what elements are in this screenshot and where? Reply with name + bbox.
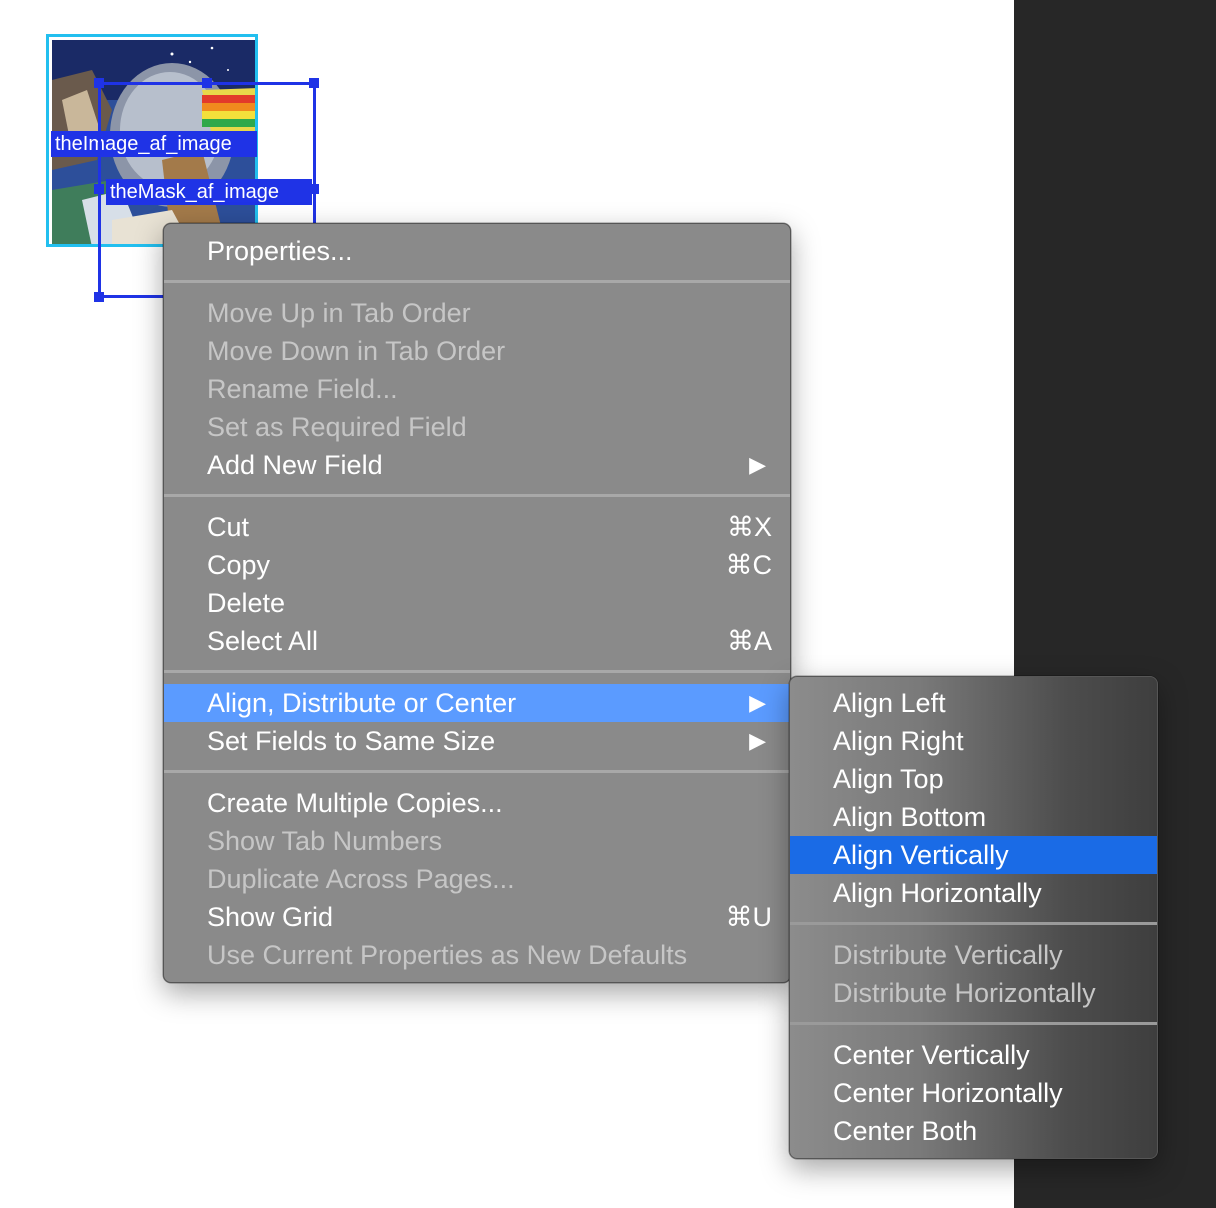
resize-handle-bottom-left[interactable]	[94, 292, 104, 302]
menu-item-rename-field: Rename Field...	[164, 370, 790, 408]
menu-item-label: Align Top	[833, 764, 944, 794]
menu-item-label: Center Vertically	[833, 1040, 1030, 1070]
submenu-arrow-icon: ▶	[749, 452, 766, 477]
menu-item-use-current-properties: Use Current Properties as New Defaults	[164, 936, 790, 974]
submenu-item-align-right[interactable]: Align Right	[790, 722, 1157, 760]
menu-item-move-down-tab-order: Move Down in Tab Order	[164, 332, 790, 370]
menu-item-label: Rename Field...	[207, 374, 398, 404]
menu-item-label: Select All	[207, 626, 319, 656]
menu-item-create-multiple-copies[interactable]: Create Multiple Copies...	[164, 784, 790, 822]
menu-item-properties[interactable]: Properties...	[164, 232, 790, 270]
menu-item-align-distribute-center[interactable]: Align, Distribute or Center ▶	[164, 684, 790, 722]
menu-item-label: Delete	[207, 588, 286, 618]
mask-field-label: theMask_af_image	[106, 179, 312, 205]
shortcut-show-grid: ⌘U	[725, 902, 773, 932]
submenu-item-align-top[interactable]: Align Top	[790, 760, 1157, 798]
menu-separator	[790, 1022, 1157, 1025]
menu-item-label: Distribute Horizontally	[833, 978, 1096, 1008]
submenu-item-center-both[interactable]: Center Both	[790, 1112, 1157, 1150]
menu-item-label: Move Down in Tab Order	[207, 336, 506, 366]
menu-item-label: Center Both	[833, 1116, 978, 1146]
menu-separator	[164, 770, 790, 773]
submenu-item-align-left[interactable]: Align Left	[790, 684, 1157, 722]
menu-item-set-required: Set as Required Field	[164, 408, 790, 446]
submenu-arrow-icon: ▶	[749, 728, 766, 753]
menu-item-label: Set Fields to Same Size	[207, 726, 496, 756]
menu-item-label: Set as Required Field	[207, 412, 467, 442]
menu-item-label: Show Grid	[207, 902, 334, 932]
shortcut-select-all: ⌘A	[726, 626, 772, 656]
menu-item-label: Properties...	[207, 236, 353, 266]
menu-item-label: Align Right	[833, 726, 964, 756]
menu-item-cut[interactable]: Cut ⌘X	[164, 508, 790, 546]
resize-handle-top-left[interactable]	[94, 78, 104, 88]
menu-item-delete[interactable]: Delete	[164, 584, 790, 622]
submenu-item-center-horizontally[interactable]: Center Horizontally	[790, 1074, 1157, 1112]
context-menu: Properties... Move Up in Tab Order Move …	[163, 223, 791, 983]
menu-item-label: Align, Distribute or Center	[207, 688, 517, 718]
menu-item-label: Copy	[207, 550, 271, 580]
menu-item-label: Align Bottom	[833, 802, 987, 832]
align-submenu: Align Left Align Right Align Top Align B…	[789, 676, 1158, 1159]
submenu-item-align-horizontally[interactable]: Align Horizontally	[790, 874, 1157, 912]
menu-item-label: Create Multiple Copies...	[207, 788, 503, 818]
menu-item-add-new-field[interactable]: Add New Field ▶	[164, 446, 790, 484]
menu-separator	[164, 494, 790, 497]
menu-separator	[164, 280, 790, 283]
menu-separator	[790, 922, 1157, 925]
menu-item-move-up-tab-order: Move Up in Tab Order	[164, 294, 790, 332]
menu-item-label: Cut	[207, 512, 250, 542]
submenu-item-distribute-vertically: Distribute Vertically	[790, 936, 1157, 974]
menu-item-label: Center Horizontally	[833, 1078, 1063, 1108]
menu-item-label: Distribute Vertically	[833, 940, 1063, 970]
shortcut-copy: ⌘C	[725, 550, 773, 580]
menu-item-copy[interactable]: Copy ⌘C	[164, 546, 790, 584]
menu-separator	[164, 670, 790, 673]
menu-item-label: Add New Field	[207, 450, 383, 480]
submenu-arrow-icon: ▶	[749, 690, 766, 715]
resize-handle-top-right[interactable]	[309, 78, 319, 88]
menu-item-select-all[interactable]: Select All ⌘A	[164, 622, 790, 660]
menu-item-label: Align Left	[833, 688, 946, 718]
submenu-item-distribute-horizontally: Distribute Horizontally	[790, 974, 1157, 1012]
menu-item-show-grid[interactable]: Show Grid ⌘U	[164, 898, 790, 936]
menu-item-label: Show Tab Numbers	[207, 826, 443, 856]
submenu-item-align-bottom[interactable]: Align Bottom	[790, 798, 1157, 836]
menu-item-label: Move Up in Tab Order	[207, 298, 471, 328]
resize-handle-left[interactable]	[94, 184, 104, 194]
submenu-item-center-vertically[interactable]: Center Vertically	[790, 1036, 1157, 1074]
menu-item-label: Use Current Properties as New Defaults	[207, 940, 688, 970]
menu-item-same-size[interactable]: Set Fields to Same Size ▶	[164, 722, 790, 760]
menu-item-label: Align Vertically	[833, 840, 1009, 870]
resize-handle-top[interactable]	[202, 78, 212, 88]
shortcut-cut: ⌘X	[726, 512, 772, 542]
menu-item-label: Duplicate Across Pages...	[207, 864, 515, 894]
submenu-item-align-vertically[interactable]: Align Vertically	[790, 836, 1157, 874]
menu-item-show-tab-numbers: Show Tab Numbers	[164, 822, 790, 860]
menu-item-label: Align Horizontally	[833, 878, 1042, 908]
menu-item-duplicate-across-pages: Duplicate Across Pages...	[164, 860, 790, 898]
